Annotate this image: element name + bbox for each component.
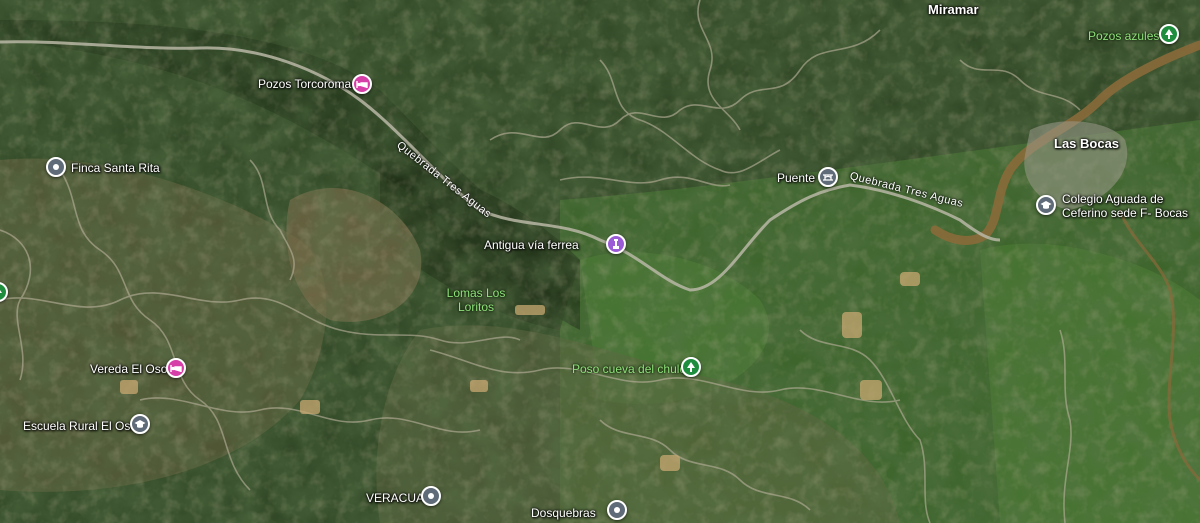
tree-icon [0,290,2,293]
poi-label-pozos-azules[interactable]: Pozos azules [1088,29,1159,43]
poi-pin-escuela-rural-el-oso[interactable] [130,414,150,434]
poi-pin-veracua[interactable] [421,486,441,506]
poi-pin-colegio[interactable] [1036,195,1056,215]
satellite-terrain [0,0,1200,523]
satellite-map[interactable]: Quebrada Tres Aguas Quebrada Tres Aguas … [0,0,1200,523]
poi-label-antigua-via-ferrea[interactable]: Antigua vía ferrea [484,238,579,252]
monument-icon [613,239,619,249]
poi-pin-pozos-azules[interactable] [1159,24,1179,44]
poi-pin-puente[interactable] [818,167,838,187]
park-label-lomas-los-loritos[interactable]: Lomas Los Loritos [443,286,509,314]
school-icon [134,420,146,428]
poi-label-colegio[interactable]: Colegio Aguada de Ceferino sede F- Bocas [1062,192,1192,220]
poi-label-dosquebras[interactable]: Dosquebras [531,506,596,520]
bed-icon [170,365,182,372]
town-label-las-bocas[interactable]: Las Bocas [1054,137,1119,151]
school-icon [1040,201,1052,209]
poi-label-vereda-el-oso[interactable]: Vereda El Oso [90,362,167,376]
poi-pin-vereda-el-oso[interactable] [166,358,186,378]
poi-label-pozos-torcoroma[interactable]: Pozos Torcoroma [258,77,351,91]
poi-pin-finca-santa-rita[interactable] [46,157,66,177]
generic-pin-icon [53,164,59,170]
tree-icon [1165,29,1173,39]
poi-pin-poso-cueva-del-chulo[interactable] [681,357,701,377]
poi-pin-pozos-torcoroma[interactable] [352,74,372,94]
poi-pin-dosquebras[interactable] [607,500,627,520]
poi-label-poso-cueva-del-chulo[interactable]: Poso cueva del chulo [572,362,686,376]
poi-label-puente[interactable]: Puente [777,171,815,185]
bed-icon [356,81,368,88]
poi-label-finca-santa-rita[interactable]: Finca Santa Rita [71,161,160,175]
poi-label-escuela-rural-el-oso[interactable]: Escuela Rural El Oso [23,419,137,433]
generic-pin-icon [614,507,620,513]
tree-icon [687,362,695,372]
generic-pin-icon [428,493,434,499]
poi-pin-antigua-via-ferrea[interactable] [606,234,626,254]
bridge-icon [823,174,833,181]
poi-label-veracua[interactable]: VERACUA [366,491,424,505]
town-label-miramar[interactable]: Miramar [928,3,979,17]
